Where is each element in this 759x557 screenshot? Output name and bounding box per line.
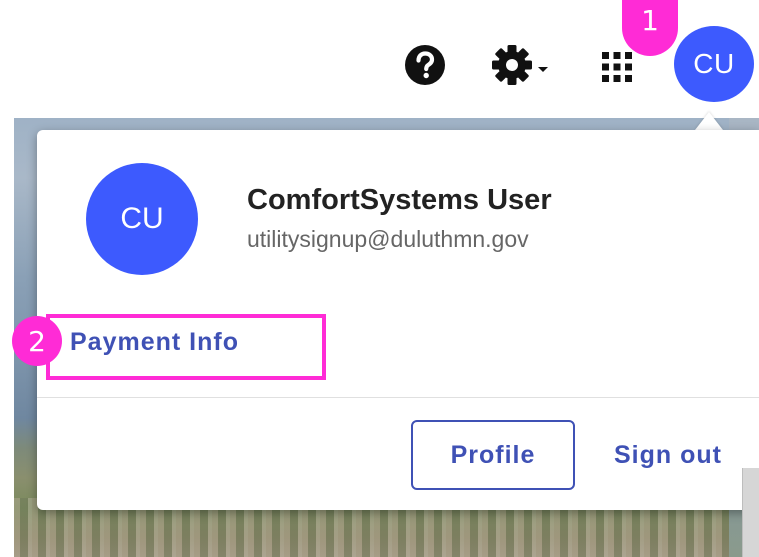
sign-out-button[interactable]: Sign out [597, 420, 739, 490]
step-marker-2-label: 2 [28, 324, 46, 358]
caret-down-icon[interactable] [536, 62, 550, 76]
gear-icon[interactable] [490, 44, 534, 86]
help-circle-icon[interactable] [404, 44, 446, 86]
user-email: utilitysignup@duluthmn.gov [247, 226, 529, 252]
avatar-initials: CU [693, 48, 735, 79]
apps-grid-icon[interactable] [598, 48, 636, 86]
account-avatar-initials: CU [120, 202, 164, 235]
menu-divider [37, 397, 759, 398]
user-name: ComfortSystems User [247, 184, 552, 216]
step-marker-2: 2 [12, 316, 62, 366]
screen: CU CU ComfortSystems User utilitysignup@… [0, 0, 759, 557]
payment-info-link[interactable]: Payment Info [70, 328, 239, 357]
menu-pointer [695, 112, 723, 130]
profile-button[interactable]: Profile [411, 420, 575, 490]
account-avatar: CU [86, 163, 198, 275]
step-marker-1-label: 1 [641, 4, 659, 37]
user-avatar-button[interactable]: CU [674, 26, 754, 102]
account-menu: CU ComfortSystems User utilitysignup@dul… [37, 130, 759, 510]
scrollbar[interactable] [742, 468, 759, 557]
step-marker-1: 1 [622, 0, 678, 56]
